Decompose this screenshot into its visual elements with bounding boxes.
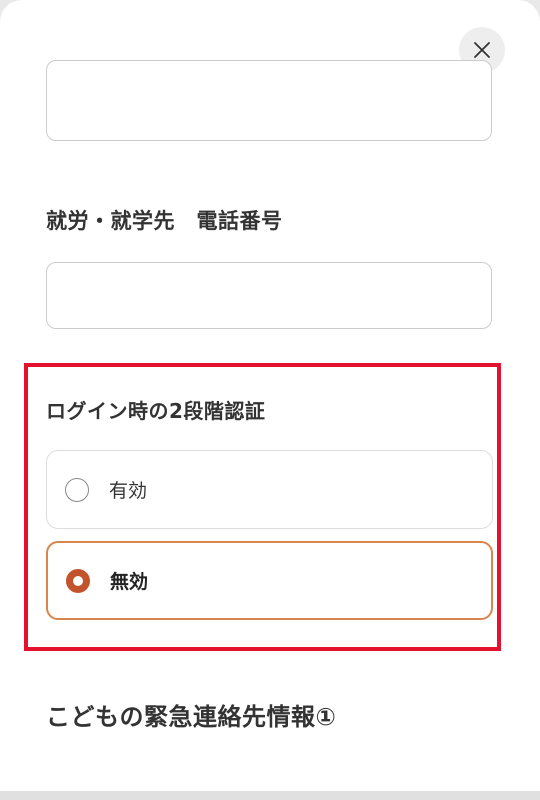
modal-sheet: 就労・就学先 電話番号 ログイン時の2段階認証 有効 無効 こどもの緊急連絡先情… <box>0 0 540 800</box>
option-label-enabled: 有効 <box>109 480 148 502</box>
work-school-phone-label: 就労・就学先 電話番号 <box>46 209 283 233</box>
radio-unchecked-icon[interactable] <box>65 477 89 502</box>
option-label-disabled: 無効 <box>110 571 149 593</box>
two-factor-option-disabled[interactable]: 無効 <box>46 541 493 620</box>
two-factor-label: ログイン時の2段階認証 <box>46 399 266 423</box>
emergency-contact-section-title: こどもの緊急連絡先情報① <box>46 703 337 731</box>
previous-field-input[interactable] <box>46 60 492 141</box>
close-icon <box>474 42 490 58</box>
radio-checked-icon[interactable] <box>66 568 90 593</box>
work-school-phone-input[interactable] <box>46 262 492 329</box>
bottom-edge <box>0 791 540 800</box>
two-factor-option-enabled[interactable]: 有効 <box>46 450 493 529</box>
